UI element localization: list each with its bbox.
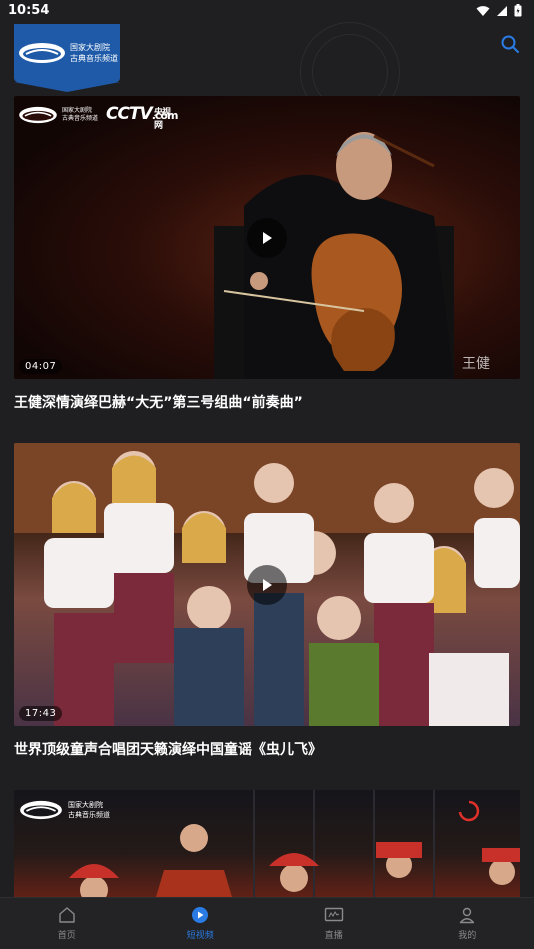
- nav-label: 直播: [324, 931, 343, 941]
- video-title[interactable]: 王健深情演绎巴赫“大无”第三号组曲“前奏曲”: [14, 393, 520, 413]
- watermark-line1: 国家大剧院: [62, 107, 93, 114]
- video-card[interactable]: 17:43 世界顶级童声合唱团天籁演绎中国童谣《虫儿飞》: [14, 443, 520, 760]
- search-button[interactable]: [500, 34, 522, 56]
- bottom-nav: 首页 短视频 直播 我的: [0, 897, 534, 949]
- watermark-logo: 国家大剧院 古典音乐频道: [18, 106, 98, 124]
- logo-text: 国家大剧院 古典音乐频道: [70, 42, 118, 64]
- video-duration: 17:43: [19, 706, 63, 721]
- nav-label: 我的: [458, 931, 477, 941]
- watermark-logo: 国家大剧院 古典音乐频道: [18, 800, 110, 820]
- video-feed: 国家大剧院 古典音乐频道 CCTV.com 央视网 王健 04:07 王健深情演…: [14, 96, 520, 904]
- nav-item-live[interactable]: 直播: [267, 898, 401, 949]
- search-icon: [501, 35, 519, 53]
- status-bar: 10:54: [0, 0, 534, 24]
- nav-item-home[interactable]: 首页: [0, 898, 134, 949]
- video-card[interactable]: 国家大剧院 古典音乐频道 CCTV.com 央视网 王健 04:07 王健深情演…: [14, 96, 520, 413]
- video-card[interactable]: 国家大剧院 古典音乐频道: [14, 790, 520, 904]
- home-icon: [59, 907, 75, 923]
- watermark-line1: 国家大剧院: [68, 801, 103, 809]
- video-signature: 王健: [462, 356, 490, 372]
- watermark-line2: 古典音乐频道: [68, 811, 110, 819]
- video-title[interactable]: 世界顶级童声合唱团天籁演绎中国童谣《虫儿飞》: [14, 740, 520, 760]
- video-thumbnail[interactable]: 国家大剧院 古典音乐频道: [14, 790, 520, 904]
- watermark-text: 国家大剧院 古典音乐频道: [68, 800, 110, 820]
- watermark-line2: 古典音乐频道: [62, 115, 99, 122]
- cctv-suffix: 央视网: [154, 108, 171, 131]
- grand-theatre-logo-icon: [19, 106, 57, 124]
- play-circle-icon: [192, 907, 209, 923]
- status-time: 10:54: [8, 3, 50, 18]
- status-icons: [476, 4, 522, 17]
- play-button[interactable]: [247, 565, 287, 605]
- wifi-icon: [476, 5, 490, 16]
- signal-icon: [497, 5, 507, 16]
- cctv-text: CCTV: [106, 104, 153, 124]
- nav-label: 短视频: [186, 931, 214, 941]
- logo-line2: 古典音乐频道: [70, 54, 118, 63]
- nav-item-profile[interactable]: 我的: [401, 898, 534, 949]
- watermark-text: 国家大剧院 古典音乐频道: [62, 107, 98, 123]
- play-icon: [263, 579, 272, 591]
- cctv-logo: CCTV.com 央视网: [106, 104, 178, 131]
- grand-theatre-logo-icon: [20, 800, 62, 820]
- app-bar: 国家大剧院 古典音乐频道: [0, 22, 534, 122]
- battery-icon: [514, 4, 522, 17]
- nav-item-short-video[interactable]: 短视频: [134, 898, 268, 949]
- channel-logo[interactable]: 国家大剧院 古典音乐频道: [14, 24, 120, 92]
- user-icon: [460, 907, 475, 924]
- logo-line1: 国家大剧院: [70, 43, 110, 52]
- play-button[interactable]: [247, 218, 287, 258]
- video-thumbnail[interactable]: 国家大剧院 古典音乐频道 CCTV.com 央视网 王健 04:07: [14, 96, 520, 379]
- video-duration: 04:07: [19, 359, 63, 374]
- video-thumbnail[interactable]: 17:43: [14, 443, 520, 726]
- nav-label: 首页: [57, 931, 76, 941]
- grand-theatre-logo-icon: [19, 43, 65, 63]
- tv-live-icon: [324, 907, 343, 922]
- play-icon: [263, 232, 272, 244]
